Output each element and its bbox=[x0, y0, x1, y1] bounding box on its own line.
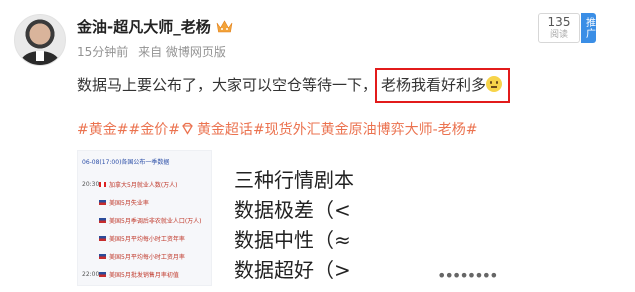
scenario-title: 三种行情剧本 bbox=[234, 168, 354, 192]
schedule-text: 美国5月平均每小时工资月率 bbox=[109, 253, 185, 261]
us-flag-icon bbox=[99, 217, 106, 223]
smile-emoji-icon bbox=[486, 76, 503, 92]
avatar-collar bbox=[36, 51, 44, 61]
crown-icon bbox=[216, 20, 233, 33]
schedule-text: 美国5月季调后非农就业人口(万人) bbox=[109, 217, 202, 225]
scenario-line: 数据中性（≈ bbox=[234, 228, 351, 252]
post-image-schedule[interactable]: 06-08(17:00)各国公布一季数据 20:30 加拿大5月就业人数(万人)… bbox=[77, 150, 212, 286]
us-flag-icon bbox=[99, 253, 106, 259]
post-text-main: 数据马上要公布了，大家可以空仓等待一下， bbox=[77, 76, 378, 94]
post-source: 来自 微博网页版 bbox=[138, 45, 226, 59]
schedule-row: 20:30 加拿大5月就业人数(万人) bbox=[82, 177, 207, 191]
us-flag-icon bbox=[99, 199, 106, 205]
schedule-time: 22:00 bbox=[82, 270, 100, 278]
tag-master[interactable]: #现货外汇黄金原油博弈大师-老杨# bbox=[253, 119, 478, 139]
tag-supertopic[interactable]: 黄金超话 bbox=[180, 119, 253, 139]
schedule-row: 美国5月平均每小时工资月率 bbox=[82, 249, 207, 263]
us-flag-icon bbox=[99, 271, 106, 277]
post-meta: 15分钟前 来自 微博网页版 bbox=[77, 43, 232, 60]
read-label: 阅读 bbox=[549, 30, 568, 40]
tag-supertopic-label: 黄金超话 bbox=[196, 122, 253, 138]
schedule-text: 美国5月失业率 bbox=[109, 199, 149, 207]
schedule-text: 美国5月批发销售月率初值 bbox=[109, 271, 179, 279]
us-flag-icon bbox=[99, 235, 106, 241]
schedule-row: 美国5月失业率 bbox=[82, 195, 207, 209]
post-text-highlight: 老杨我看好利多 bbox=[381, 76, 487, 94]
schedule-text: 加拿大5月就业人数(万人) bbox=[109, 181, 178, 189]
tag-gold[interactable]: #黄金# bbox=[77, 119, 128, 139]
schedule-text: 美国5月平均每小时工资年率 bbox=[109, 235, 185, 243]
push-button[interactable]: 推广 bbox=[581, 13, 596, 43]
read-count-badge: 135 阅读 bbox=[538, 13, 580, 43]
schedule-row: 22:00 美国5月批发销售月率初值 bbox=[82, 267, 207, 281]
scenario-line: 数据超好（> bbox=[234, 258, 351, 282]
more-dots: •••••••• bbox=[437, 266, 498, 285]
post-time[interactable]: 15分钟前 bbox=[77, 45, 128, 59]
schedule-row: 美国5月季调后非农就业人口(万人) bbox=[82, 213, 207, 227]
author-row: 金油-超凡大师_老杨 bbox=[77, 14, 233, 38]
scenario-line: 数据极差（< bbox=[234, 198, 351, 222]
schedule-header: 06-08(17:00)各国公布一季数据 bbox=[82, 159, 170, 166]
schedule-row: 美国5月平均每小时工资年率 bbox=[82, 231, 207, 245]
topic-tags: #黄金# #金价# 黄金超话 #现货外汇黄金原油博弈大师-老杨# bbox=[77, 119, 477, 139]
author-avatar[interactable] bbox=[14, 14, 66, 66]
canada-flag-icon bbox=[99, 181, 106, 187]
schedule-time: 20:30 bbox=[82, 180, 100, 188]
highlight-box: 老杨我看好利多 bbox=[375, 68, 511, 103]
author-name[interactable]: 金油-超凡大师_老杨 bbox=[77, 16, 211, 37]
supertopic-diamond-icon bbox=[182, 122, 193, 135]
tag-gold-price[interactable]: #金价# bbox=[128, 119, 179, 139]
post-image-scenarios[interactable]: 三种行情剧本 数据极差（< 数据中性（≈ 数据超好（> bbox=[226, 150, 366, 284]
post-text: 数据马上要公布了，大家可以空仓等待一下， 老杨我看好利多 bbox=[77, 68, 511, 103]
read-count: 135 bbox=[547, 15, 571, 29]
